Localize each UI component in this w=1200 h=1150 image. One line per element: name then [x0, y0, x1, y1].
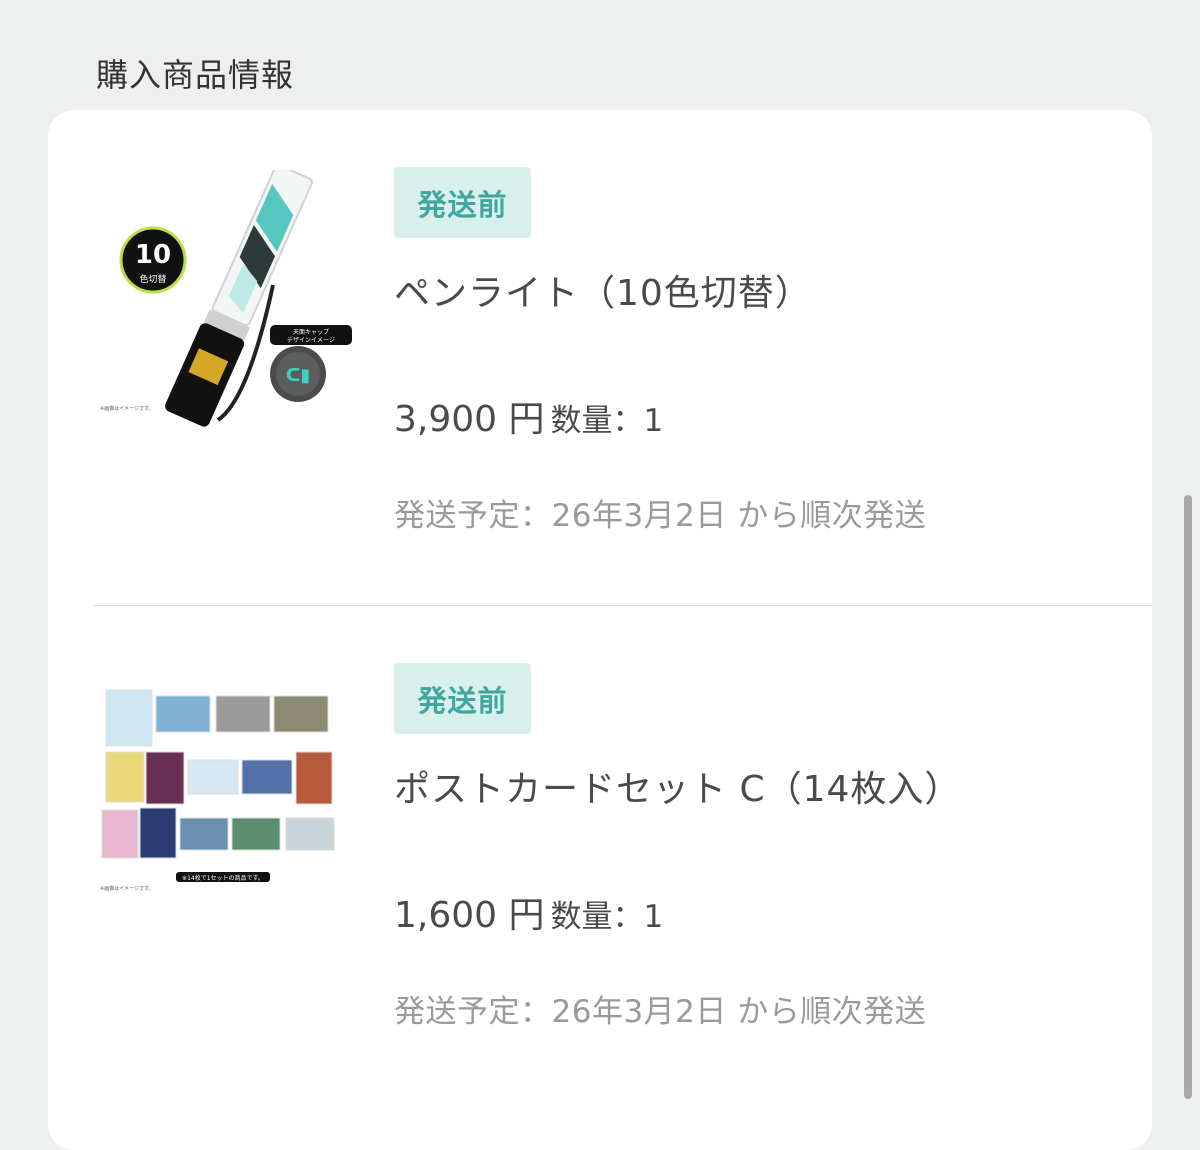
scrollbar[interactable] [1184, 495, 1192, 1099]
shipping-schedule: 発送予定：26年3月2日 から順次発送 [394, 994, 927, 1030]
purchased-items-card: 10 色切替 天面キャップ デザインイメージ ᑕ▮ ※画像はイメージです。 発送… [48, 110, 1152, 1150]
product-name: ポストカードセット C（14枚入） [394, 769, 962, 810]
thumb-badge-number: 10 [135, 240, 171, 270]
postcard-set-thumbnail: ※14枚で1セットの商品です。 ※画像はイメージです。 [98, 676, 358, 936]
purchased-item: ※14枚で1セットの商品です。 ※画像はイメージです。 発送前 ポストカードセッ… [48, 606, 1152, 1101]
product-price: 3,900 円 [394, 399, 545, 440]
thumb-cap-label-2: デザインイメージ [287, 336, 335, 344]
price-quantity-line: 1,600 円数量：1 [394, 886, 663, 938]
svg-text:ᑕ▮: ᑕ▮ [286, 365, 311, 386]
product-quantity: 数量：1 [550, 403, 664, 439]
status-badge: 発送前 [394, 663, 531, 734]
shipping-schedule: 発送予定：26年3月2日 から順次発送 [394, 498, 927, 534]
thumb-caption: ※14枚で1セットの商品です。 [182, 874, 264, 882]
product-name: ペンライト（10色切替） [394, 273, 812, 314]
thumb-cap-label-1: 天面キャップ [293, 329, 329, 336]
product-price: 1,600 円 [394, 895, 545, 936]
product-quantity: 数量：1 [550, 899, 664, 935]
purchased-item: 10 色切替 天面キャップ デザインイメージ ᑕ▮ ※画像はイメージです。 発送… [48, 110, 1152, 605]
price-quantity-line: 3,900 円数量：1 [394, 390, 663, 442]
thumb-note: ※画像はイメージです。 [100, 885, 154, 892]
penlight-thumbnail: 10 色切替 天面キャップ デザインイメージ ᑕ▮ ※画像はイメージです。 [98, 164, 358, 430]
status-badge: 発送前 [394, 167, 531, 238]
section-title: 購入商品情報 [96, 56, 295, 94]
thumb-note: ※画像はイメージです。 [100, 405, 154, 412]
thumb-badge-text: 色切替 [139, 273, 166, 285]
